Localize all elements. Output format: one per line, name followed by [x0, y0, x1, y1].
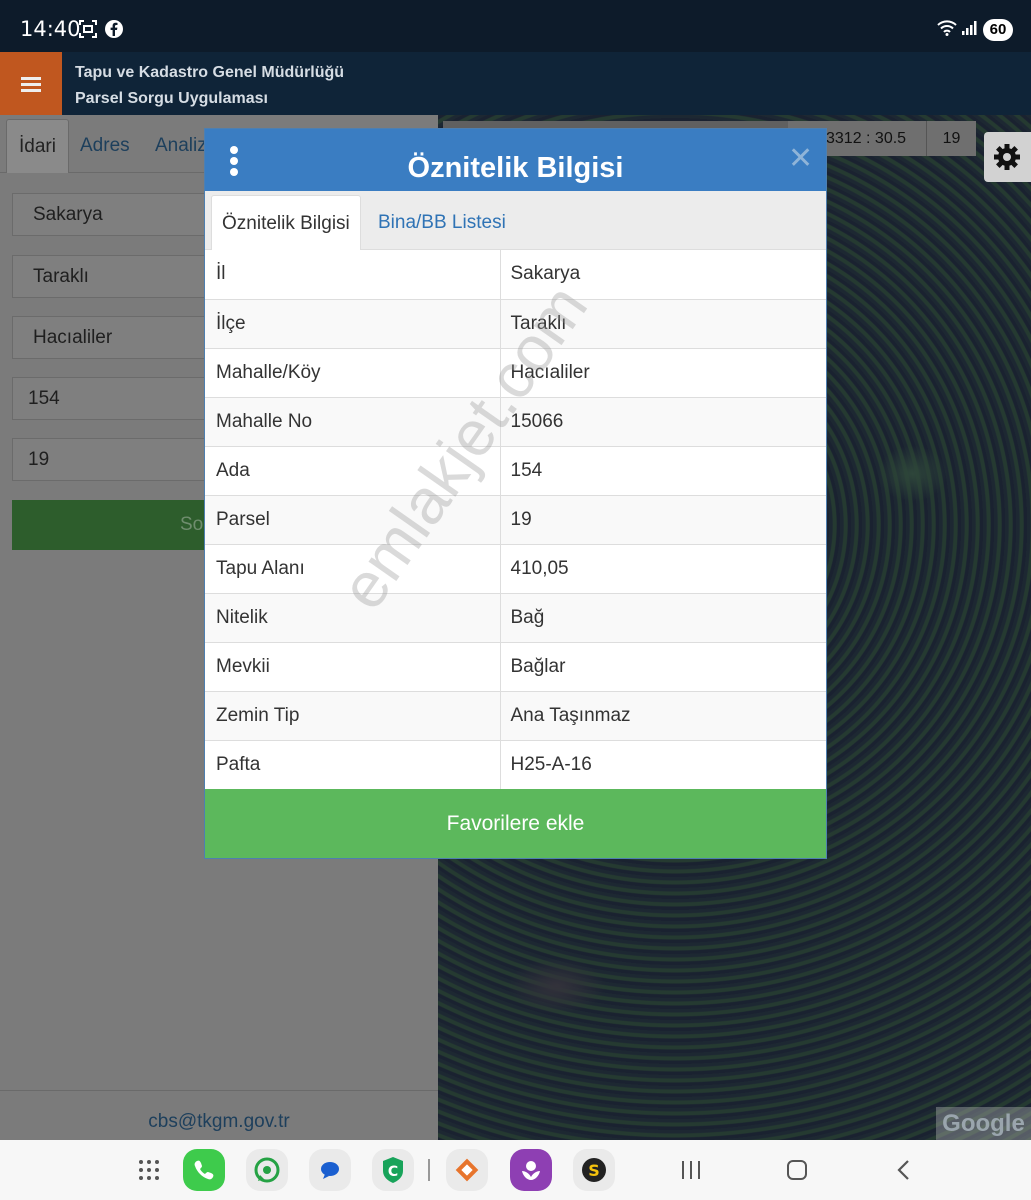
recent-apps-icon[interactable]	[680, 1160, 702, 1180]
attr-label: Pafta	[205, 740, 500, 790]
contact-email-link[interactable]: cbs@tkgm.gov.tr	[0, 1111, 438, 1133]
attr-label: Ada	[205, 446, 500, 496]
table-row: Zemin Tip Ana Taşınmaz	[205, 691, 826, 741]
attr-value: Taraklı	[499, 299, 826, 349]
dialog-header: Öznitelik Bilgisi ✕	[205, 129, 826, 191]
menu-icon-bar	[21, 83, 41, 86]
attr-label: İl	[205, 250, 500, 300]
messages-app-icon[interactable]	[309, 1149, 351, 1191]
signal-icon	[962, 21, 977, 35]
attr-value: Bağ	[499, 593, 826, 643]
attr-value: Ana Taşınmaz	[499, 691, 826, 741]
map-zoom-level: 19	[926, 121, 976, 156]
home-icon[interactable]	[786, 1159, 808, 1181]
attr-label: İlçe	[205, 299, 500, 349]
wifi-icon	[937, 20, 957, 36]
attribute-info-dialog: Öznitelik Bilgisi ✕ Öznitelik Bilgisi Bi…	[204, 128, 827, 859]
status-time: 14:40	[20, 17, 81, 41]
attr-label: Mahalle No	[205, 397, 500, 447]
attr-value: Sakarya	[499, 250, 826, 300]
phone-icon	[194, 1160, 214, 1180]
footer-divider	[0, 1090, 438, 1091]
add-to-favorites-button[interactable]: Favorilere ekle	[205, 789, 826, 858]
table-row: İlçe Taraklı	[205, 299, 826, 349]
table-row: Mevkii Bağlar	[205, 642, 826, 692]
gear-icon	[994, 144, 1020, 170]
attr-value: 19	[499, 495, 826, 545]
flower-icon	[522, 1161, 540, 1180]
facebook-icon	[105, 20, 123, 38]
battery-indicator: 60	[983, 19, 1013, 41]
s-logo-icon: S	[582, 1158, 606, 1182]
tab-building-list[interactable]: Bina/BB Listesi	[368, 195, 516, 250]
settings-button[interactable]	[984, 132, 1031, 182]
tab-idari[interactable]: İdari	[6, 119, 69, 173]
diamond-logo-icon	[455, 1158, 479, 1182]
app-title-line1: Tapu ve Kadastro Genel Müdürlüğü	[75, 64, 345, 81]
table-row: Tapu Alanı 410,05	[205, 544, 826, 594]
table-row: Mahalle/Köy Hacıaliler	[205, 348, 826, 398]
flower-app-icon[interactable]	[510, 1149, 552, 1191]
phone-app-icon[interactable]	[183, 1149, 225, 1191]
system-nav-bar: C S	[0, 1140, 1031, 1200]
attr-value: Bağlar	[499, 642, 826, 692]
attr-value: 410,05	[499, 544, 826, 594]
back-icon[interactable]	[896, 1159, 912, 1181]
screenshot-icon	[79, 20, 97, 38]
attr-value: Hacıaliler	[499, 348, 826, 398]
chat-bubble-icon	[321, 1162, 339, 1179]
table-row: İl Sakarya	[205, 250, 826, 300]
c-app-icon[interactable]: C	[372, 1149, 414, 1191]
attr-label: Nitelik	[205, 593, 500, 643]
whatsapp-app-icon[interactable]	[246, 1149, 288, 1191]
attr-label: Mevkii	[205, 642, 500, 692]
attr-label: Zemin Tip	[205, 691, 500, 741]
attr-label: Mahalle/Köy	[205, 348, 500, 398]
close-icon[interactable]: ✕	[788, 144, 813, 174]
menu-icon-bar	[21, 89, 41, 92]
c-shield-icon: C	[383, 1157, 403, 1183]
table-row: Nitelik Bağ	[205, 593, 826, 643]
table-row: Pafta H25-A-16	[205, 740, 826, 790]
attr-label: Parsel	[205, 495, 500, 545]
menu-icon	[21, 77, 41, 80]
attribute-table: İl Sakarya İlçe Taraklı Mahalle/Köy Hacıali…	[205, 250, 826, 790]
s-app-icon[interactable]: S	[573, 1149, 615, 1191]
hamburger-menu-button[interactable]	[0, 52, 62, 115]
attr-value: H25-A-16	[499, 740, 826, 790]
svg-text:S: S	[588, 1161, 600, 1180]
more-options-icon[interactable]	[229, 146, 239, 176]
app-title-line2: Parsel Sorgu Uygulaması	[75, 90, 268, 107]
attr-value: 15066	[499, 397, 826, 447]
svg-text:C: C	[388, 1164, 398, 1180]
attr-value: 154	[499, 446, 826, 496]
tab-attribute-info[interactable]: Öznitelik Bilgisi	[211, 195, 361, 250]
tab-adres[interactable]: Adres	[68, 119, 142, 173]
sahibinden-app-icon[interactable]	[446, 1149, 488, 1191]
app-drawer-icon[interactable]	[138, 1159, 160, 1181]
table-row: Ada 154	[205, 446, 826, 496]
table-row: Mahalle No 15066	[205, 397, 826, 447]
status-bar: 14:40 60	[0, 0, 1031, 56]
attr-label: Tapu Alanı	[205, 544, 500, 594]
table-row: Parsel 19	[205, 495, 826, 545]
dialog-tabs: Öznitelik Bilgisi Bina/BB Listesi	[205, 191, 826, 250]
app-header: Tapu ve Kadastro Genel Müdürlüğü Parsel …	[0, 52, 1031, 115]
dock-divider	[428, 1159, 430, 1181]
google-attribution: Google	[936, 1107, 1031, 1140]
whatsapp-icon	[254, 1157, 280, 1183]
